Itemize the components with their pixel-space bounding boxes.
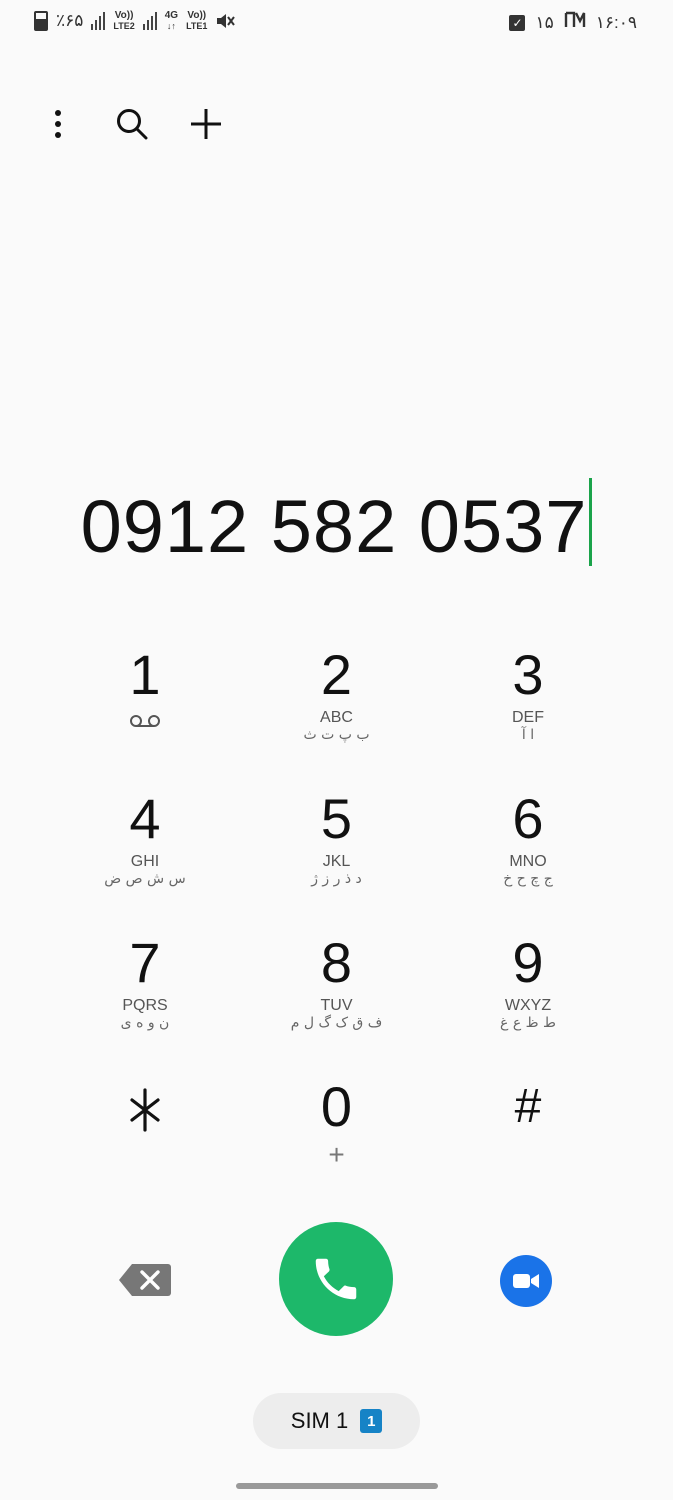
backspace-icon xyxy=(119,1264,171,1296)
search-button[interactable] xyxy=(114,100,150,148)
key-plus-label: + xyxy=(328,1139,345,1170)
key-latin-letters: TUV xyxy=(320,997,353,1014)
4g-indicator: 4G ↓↑ xyxy=(164,10,179,32)
key-digit: 9 xyxy=(512,931,544,994)
key-persian-letters: ا آ xyxy=(521,727,535,743)
key-digit: 6 xyxy=(512,787,544,850)
more-vert-icon xyxy=(55,110,61,138)
status-bar: ٪۶۵ Vo)) LTE2 4G ↓↑ Vo)) LTE1 ✓ ۱۵ ۱۶:۰۹ xyxy=(0,0,673,48)
key-digit: 3 xyxy=(512,643,544,706)
key-latin-letters: GHI xyxy=(130,853,160,870)
key-digit: 2 xyxy=(320,643,353,706)
key-digit: # xyxy=(514,1080,542,1133)
lte1-label: LTE1 xyxy=(186,21,208,31)
signal-icon xyxy=(142,12,157,30)
status-right: ✓ ۱۵ ۱۶:۰۹ xyxy=(509,11,637,34)
key-5[interactable]: 5 JKL د ذ ر ز ژ xyxy=(242,784,432,928)
sim-selector-button[interactable]: SIM 1 1 xyxy=(253,1393,420,1449)
volte-lte1-indicator: Vo)) LTE1 xyxy=(186,10,208,32)
battery-icon xyxy=(34,11,48,31)
video-camera-icon xyxy=(513,1274,539,1288)
checkbox-notification-icon: ✓ xyxy=(509,14,526,31)
voicemail-icon xyxy=(130,715,160,727)
key-0[interactable]: 0 + xyxy=(242,1072,432,1216)
keypad-row: 1 2 ABC ب پ ت ث 3 DEF ا آ xyxy=(50,640,623,784)
4g-label: 4G xyxy=(164,10,179,21)
keypad-row: 0 + # xyxy=(50,1072,623,1216)
volte-label: Vo)) xyxy=(114,10,134,21)
key-latin-letters: JKL xyxy=(322,853,351,870)
call-button[interactable] xyxy=(279,1222,393,1336)
add-contact-button[interactable] xyxy=(188,100,224,148)
key-digit: 5 xyxy=(320,787,353,850)
key-persian-letters: س ش ص ض xyxy=(104,871,186,887)
mute-icon xyxy=(215,11,236,31)
key-latin-letters: PQRS xyxy=(122,997,168,1014)
key-9[interactable]: 9 WXYZ ط ظ ع غ xyxy=(433,928,623,1072)
keypad: 1 2 ABC ب پ ت ث 3 DEF ا آ 4 GHI س ش ص ض … xyxy=(50,640,623,1216)
key-4[interactable]: 4 GHI س ش ص ض xyxy=(50,784,240,928)
key-8[interactable]: 8 TUV ف ق ک گ ل م xyxy=(242,928,432,1072)
key-7[interactable]: 7 PQRS ن و ه ی xyxy=(50,928,240,1072)
key-digit: 4 xyxy=(129,787,161,850)
key-hash[interactable]: # xyxy=(433,1072,623,1216)
key-6[interactable]: 6 MNO ج چ ح خ xyxy=(433,784,623,928)
key-persian-letters: ب پ ت ث xyxy=(303,727,370,743)
text-cursor xyxy=(589,478,593,566)
keypad-row: 7 PQRS ن و ه ی 8 TUV ف ق ک گ ل م 9 WXYZ … xyxy=(50,928,623,1072)
key-digit: 7 xyxy=(129,931,161,994)
key-digit: 1 xyxy=(129,643,161,706)
key-latin-letters: WXYZ xyxy=(504,997,552,1014)
data-arrows-icon: ↓↑ xyxy=(166,21,176,31)
lte2-label: LTE2 xyxy=(113,21,135,31)
keypad-row: 4 GHI س ش ص ض 5 JKL د ذ ر ز ژ 6 MNO ج چ … xyxy=(50,784,623,928)
volte-label: Vo)) xyxy=(187,10,207,21)
key-star[interactable] xyxy=(50,1072,240,1216)
key-digit: 8 xyxy=(320,931,353,994)
key-3[interactable]: 3 DEF ا آ xyxy=(433,640,623,784)
search-icon xyxy=(117,109,148,140)
dialer-toolbar xyxy=(40,100,224,148)
key-1[interactable]: 1 xyxy=(50,640,240,784)
phone-icon xyxy=(315,1258,357,1300)
status-time: ۱۶:۰۹ xyxy=(595,12,637,32)
key-persian-letters: ن و ه ی xyxy=(120,1015,170,1031)
dialed-number: 0912 582 0537 xyxy=(80,485,588,568)
sim-label: SIM 1 xyxy=(290,1408,349,1433)
pm-icon xyxy=(564,11,586,34)
battery-level: ٪۶۵ xyxy=(56,11,84,30)
call-actions xyxy=(0,1222,673,1336)
key-persian-letters: ج چ ح خ xyxy=(503,871,553,887)
home-indicator[interactable] xyxy=(236,1483,438,1489)
key-digit: 0 xyxy=(320,1075,353,1138)
more-options-button[interactable] xyxy=(40,100,76,148)
asterisk-icon xyxy=(130,1088,160,1132)
dialed-number-field[interactable]: 0912 582 0537 xyxy=(0,478,673,569)
key-persian-letters: د ذ ر ز ژ xyxy=(311,871,362,887)
key-latin-letters: ABC xyxy=(320,709,353,726)
video-call-button[interactable] xyxy=(500,1255,552,1307)
key-persian-letters: ف ق ک گ ل م xyxy=(290,1015,383,1031)
add-icon xyxy=(191,109,221,139)
backspace-button[interactable] xyxy=(118,1262,172,1298)
status-date: ۱۵ xyxy=(535,12,554,32)
volte-lte2-indicator: Vo)) LTE2 xyxy=(113,10,135,32)
key-2[interactable]: 2 ABC ب پ ت ث xyxy=(242,640,432,784)
key-persian-letters: ط ظ ع غ xyxy=(500,1015,556,1031)
key-latin-letters: DEF xyxy=(512,709,544,726)
signal-icon xyxy=(91,12,106,30)
key-latin-letters: MNO xyxy=(509,853,547,870)
sim-card-icon: 1 xyxy=(360,1409,383,1433)
status-left: ٪۶۵ Vo)) LTE2 4G ↓↑ Vo)) LTE1 xyxy=(34,10,236,32)
